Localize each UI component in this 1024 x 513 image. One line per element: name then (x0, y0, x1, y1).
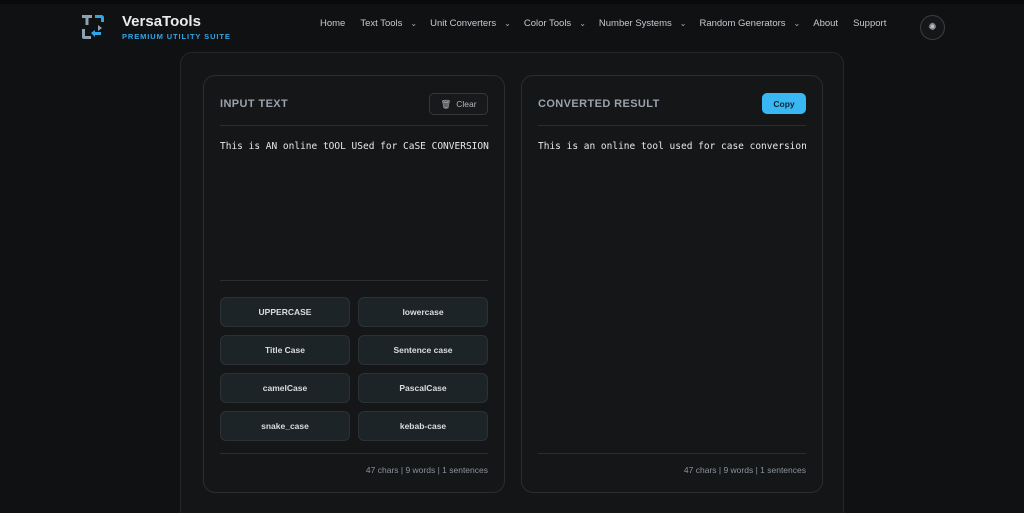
input-stats: 47 chars | 9 words | 1 sentences (365, 465, 488, 475)
sentence-case-button[interactable]: Sentence case (358, 335, 488, 365)
chevron-down-icon: ⌄ (410, 19, 418, 28)
nav-item-support[interactable]: Support (853, 18, 886, 29)
nav-item-label: Home (320, 18, 346, 29)
clear-button[interactable]: 🗑 Clear (429, 93, 488, 115)
nav-item-label: About (813, 18, 839, 29)
chevron-down-icon: ⌄ (504, 19, 511, 28)
uppercase-button[interactable]: UPPERCASE (220, 297, 350, 327)
nav-item-number-systems[interactable]: Number Systems ⌄ (599, 18, 687, 29)
main-nav: Home Text Tools ⌄ Unit Converters ⌄ Colo… (320, 18, 886, 29)
logo[interactable]: VersaTools PREMIUM UTILITY SUITE (80, 12, 231, 42)
logo-icon (82, 15, 105, 39)
case-button-grid: UPPERCASE lowercase Title Case Sentence … (220, 297, 490, 441)
brand-name: VersaTools (122, 12, 201, 30)
divider (538, 453, 806, 454)
theme-toggle-button[interactable]: ✺ (920, 15, 945, 40)
trash-icon: 🗑 (440, 98, 452, 109)
divider (220, 453, 488, 454)
nav-item-label: Text Tools (360, 18, 403, 29)
input-textarea[interactable]: This is AN online tOOL USed for CaSE CON… (220, 138, 490, 278)
divider (538, 125, 806, 126)
sun-icon: ✺ (928, 22, 937, 33)
copy-button[interactable]: Copy (762, 93, 806, 114)
chevron-down-icon: ⌄ (579, 19, 586, 28)
chevron-down-icon: ⌄ (679, 19, 687, 28)
lowercase-button[interactable]: lowercase (358, 297, 488, 327)
input-panel-title: INPUT TEXT (220, 98, 289, 110)
site-header: VersaTools PREMIUM UTILITY SUITE Home Te… (0, 4, 1024, 50)
nav-item-label: Support (853, 18, 887, 29)
nav-item-random-generators[interactable]: Random Generators ⌄ (699, 18, 800, 29)
input-panel: INPUT TEXT 🗑 Clear This is AN online tOO… (203, 75, 505, 493)
nav-item-about[interactable]: About (813, 18, 838, 29)
nav-item-label: Random Generators (699, 18, 786, 29)
nav-item-color-tools[interactable]: Color Tools ⌄ (524, 18, 586, 29)
nav-item-home[interactable]: Home (320, 18, 345, 29)
output-panel-title: CONVERTED RESULT (538, 98, 660, 110)
nav-item-text-tools[interactable]: Text Tools ⌄ (360, 18, 417, 29)
brand-tagline: PREMIUM UTILITY SUITE (122, 31, 231, 41)
nav-item-label: Unit Converters (430, 18, 497, 29)
nav-item-unit-converters[interactable]: Unit Converters ⌄ (430, 18, 511, 29)
snake-case-button[interactable]: snake_case (220, 411, 350, 441)
nav-item-label: Color Tools (523, 18, 572, 29)
converter-frame: INPUT TEXT 🗑 Clear This is AN online tOO… (180, 52, 844, 513)
title-case-button[interactable]: Title Case (220, 335, 350, 365)
clear-button-label: Clear (456, 99, 477, 109)
divider (220, 125, 488, 126)
camel-case-button[interactable]: camelCase (220, 373, 350, 403)
nav-item-label: Number Systems (598, 18, 672, 29)
chevron-down-icon: ⌄ (793, 19, 801, 28)
output-panel: CONVERTED RESULT Copy This is an online … (521, 75, 823, 493)
output-textarea[interactable]: This is an online tool used for case con… (538, 138, 808, 278)
kebab-case-button[interactable]: kebab-case (358, 411, 488, 441)
pascal-case-button[interactable]: PascalCase (358, 373, 488, 403)
divider (220, 280, 488, 281)
output-stats: 47 chars | 9 words | 1 sentences (683, 465, 806, 475)
